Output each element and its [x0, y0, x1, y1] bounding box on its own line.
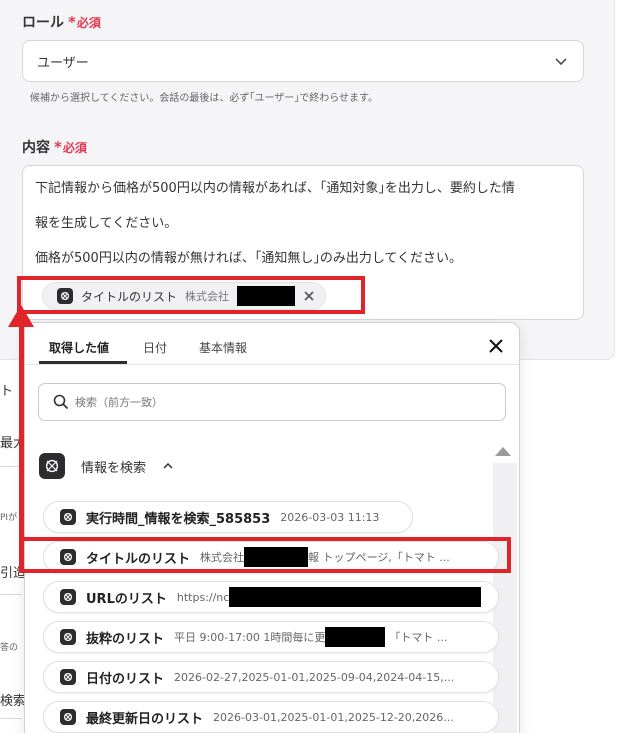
search-icon — [53, 394, 69, 410]
list-item[interactable]: 実行時間_情報を検索_585853 2026-03-03 11:13 — [43, 501, 413, 533]
divider — [0, 718, 22, 719]
app-icon — [39, 453, 65, 479]
highlight-box-chip — [17, 276, 365, 314]
redacted-block — [325, 627, 386, 647]
tab-bar: 取得した値 日付 基本情報 — [25, 323, 519, 365]
app-icon — [60, 669, 76, 685]
search-input[interactable]: 検索（前方一致） — [38, 383, 506, 421]
role-hint: 候補から選択してください。会話の最後は、必ず｢ユーザー｣で終わらせます。 — [30, 93, 378, 104]
list-item[interactable]: 日付のリスト 2026-02-27,2025-01-01,2025-09-04,… — [43, 661, 499, 693]
list-item[interactable]: 抜粋のリスト 平日 9:00-17:00 1時間毎に更 「トマト ... — [43, 621, 499, 653]
required-marker: *必須 — [68, 13, 101, 31]
tab-basic-info[interactable]: 基本情報 — [199, 339, 247, 356]
tab-acquired-values[interactable]: 取得した値 — [49, 339, 109, 356]
arrow-up-icon — [8, 305, 34, 327]
divider — [0, 594, 22, 595]
highlight-box-item — [19, 537, 511, 573]
annotation-arrow — [19, 318, 24, 570]
chevron-up-icon — [163, 462, 173, 469]
active-tab-indicator — [39, 361, 127, 364]
chevron-down-icon — [555, 58, 567, 66]
role-select-value: ユーザー — [37, 55, 89, 71]
required-marker: *必須 — [54, 138, 87, 156]
role-label: ロール *必須 — [22, 13, 101, 31]
role-select[interactable]: ユーザー — [22, 40, 584, 82]
app-icon — [60, 629, 76, 645]
group-title: 情報を検索 — [81, 460, 147, 476]
tab-date[interactable]: 日付 — [143, 339, 167, 356]
app-icon — [60, 589, 76, 605]
list-item[interactable]: URLのリスト https://nc — [43, 581, 499, 613]
content-label: 内容 *必須 — [22, 138, 87, 156]
left-peek-text: ト — [0, 384, 14, 399]
left-peek-text: 答の — [0, 643, 19, 653]
scroll-up-arrow-icon[interactable] — [495, 447, 511, 456]
left-peek-text: PIが — [0, 513, 18, 523]
app-icon — [60, 509, 76, 525]
app-icon — [60, 709, 76, 725]
content-line: 報を生成してください。 — [35, 216, 178, 231]
variable-picker-popup: 取得した値 日付 基本情報 検索（前方一致） 情報を検索 実行時間_情報を検索_… — [24, 322, 520, 733]
redacted-block — [229, 587, 482, 607]
close-icon[interactable] — [487, 337, 505, 355]
left-peek-text: 検索 — [0, 694, 27, 709]
list-item[interactable]: 最終更新日のリスト 2026-03-01,2025-01-01,2025-12-… — [43, 701, 499, 733]
content-line: 下記情報から価格が500円以内の情報があれば、｢通知対象｣を出力し、要約した情 — [35, 181, 515, 196]
search-placeholder: 検索（前方一致） — [75, 396, 163, 409]
group-header[interactable]: 情報を検索 — [39, 453, 174, 479]
